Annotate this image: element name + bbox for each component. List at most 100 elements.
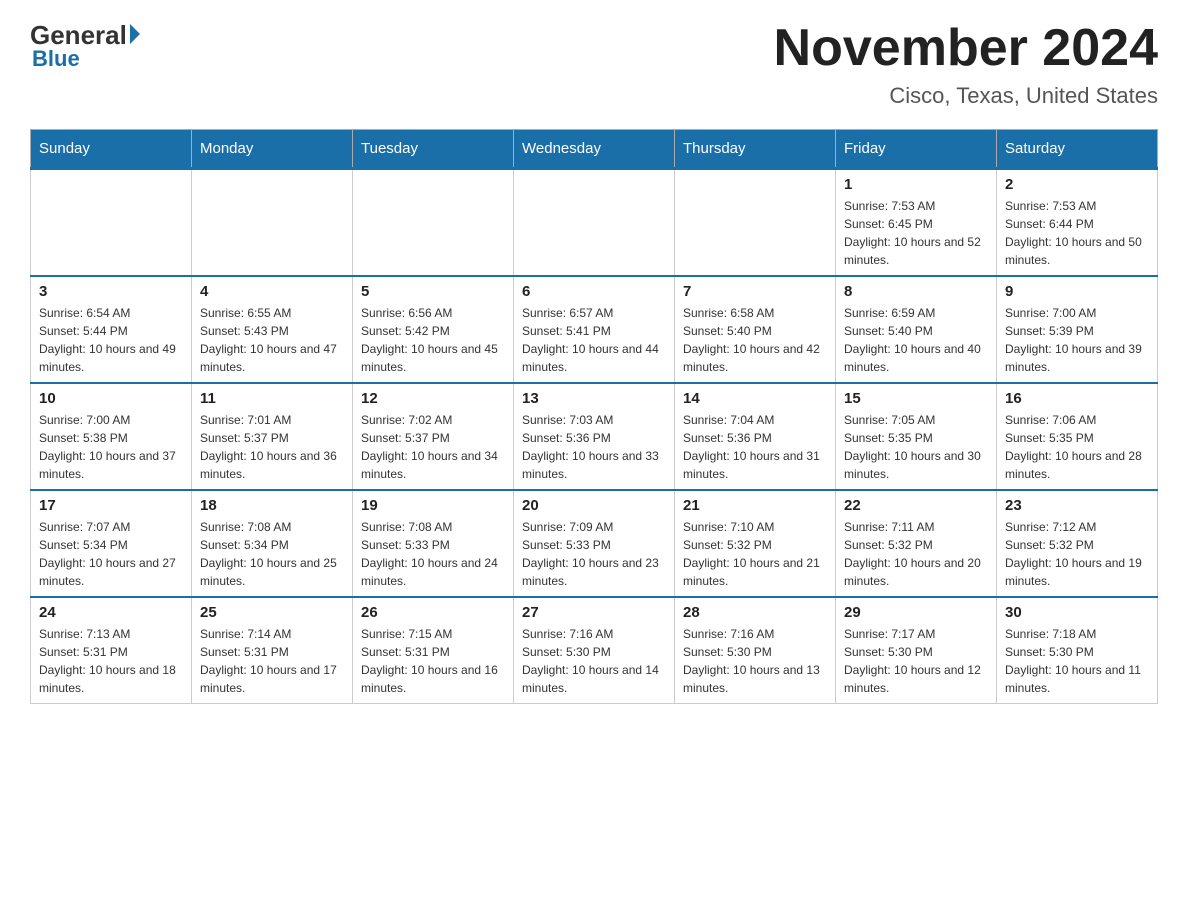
calendar-cell: 15Sunrise: 7:05 AM Sunset: 5:35 PM Dayli…	[836, 383, 997, 490]
day-number: 15	[844, 390, 988, 407]
calendar-cell: 11 Sunrise: 7:01 AM Sunset: 5:37 PM Dayli…	[192, 383, 353, 490]
calendar-cell: 26Sunrise: 7:15 AM Sunset: 5:31 PM Dayli…	[353, 597, 514, 704]
day-sun-info: Sunrise: 7:01 AM Sunset: 5:37 PM Dayligh…	[200, 411, 344, 483]
day-header-wednesday: Wednesday	[514, 130, 675, 169]
calendar-cell: 12 Sunrise: 7:02 AM Sunset: 5:37 PM Dayli…	[353, 383, 514, 490]
day-number: 13	[522, 390, 666, 407]
day-sun-info: Sunrise: 7:13 AM Sunset: 5:31 PM Dayligh…	[39, 625, 183, 697]
day-sun-info: Sunrise: 7:02 AM Sunset: 5:37 PM Dayligh…	[361, 411, 505, 483]
day-number: 22	[844, 497, 988, 514]
calendar-cell: 27 Sunrise: 7:16 AM Sunset: 5:30 PM Dayli…	[514, 597, 675, 704]
day-sun-info: Sunrise: 7:15 AM Sunset: 5:31 PM Dayligh…	[361, 625, 505, 697]
day-sun-info: Sunrise: 6:59 AM Sunset: 5:40 PM Dayligh…	[844, 304, 988, 376]
day-number: 12	[361, 390, 505, 407]
day-number: 24	[39, 604, 183, 621]
day-sun-info: Sunrise: 7:14 AM Sunset: 5:31 PM Dayligh…	[200, 625, 344, 697]
calendar-cell: 21Sunrise: 7:10 AM Sunset: 5:32 PM Dayli…	[675, 490, 836, 597]
day-header-saturday: Saturday	[997, 130, 1158, 169]
day-number: 18	[200, 497, 344, 514]
day-number: 27	[522, 604, 666, 621]
day-sun-info: Sunrise: 6:58 AM Sunset: 5:40 PM Dayligh…	[683, 304, 827, 376]
day-sun-info: Sunrise: 7:07 AM Sunset: 5:34 PM Dayligh…	[39, 518, 183, 590]
day-number: 6	[522, 283, 666, 300]
day-number: 30	[1005, 604, 1149, 621]
logo: General Blue	[30, 20, 140, 72]
logo-blue-label: Blue	[30, 46, 80, 72]
calendar-cell: 30 Sunrise: 7:18 AM Sunset: 5:30 PM Dayli…	[997, 597, 1158, 704]
day-header-monday: Monday	[192, 130, 353, 169]
day-number: 10	[39, 390, 183, 407]
day-sun-info: Sunrise: 7:03 AM Sunset: 5:36 PM Dayligh…	[522, 411, 666, 483]
day-sun-info: Sunrise: 7:08 AM Sunset: 5:34 PM Dayligh…	[200, 518, 344, 590]
calendar-header-row: SundayMondayTuesdayWednesdayThursdayFrid…	[31, 130, 1158, 169]
calendar-table: SundayMondayTuesdayWednesdayThursdayFrid…	[30, 129, 1158, 704]
day-sun-info: Sunrise: 6:54 AM Sunset: 5:44 PM Dayligh…	[39, 304, 183, 376]
calendar-cell: 22 Sunrise: 7:11 AM Sunset: 5:32 PM Dayli…	[836, 490, 997, 597]
calendar-cell	[353, 169, 514, 277]
calendar-cell: 14Sunrise: 7:04 AM Sunset: 5:36 PM Dayli…	[675, 383, 836, 490]
calendar-cell: 29 Sunrise: 7:17 AM Sunset: 5:30 PM Dayli…	[836, 597, 997, 704]
day-sun-info: Sunrise: 7:16 AM Sunset: 5:30 PM Dayligh…	[522, 625, 666, 697]
page-header: General Blue November 2024 Cisco, Texas,…	[30, 20, 1158, 109]
day-number: 5	[361, 283, 505, 300]
day-number: 2	[1005, 176, 1149, 193]
day-sun-info: Sunrise: 7:06 AM Sunset: 5:35 PM Dayligh…	[1005, 411, 1149, 483]
day-number: 9	[1005, 283, 1149, 300]
calendar-week-row: 10 Sunrise: 7:00 AM Sunset: 5:38 PM Dayli…	[31, 383, 1158, 490]
day-number: 20	[522, 497, 666, 514]
calendar-cell: 18 Sunrise: 7:08 AM Sunset: 5:34 PM Dayli…	[192, 490, 353, 597]
calendar-cell: 3 Sunrise: 6:54 AM Sunset: 5:44 PM Daylig…	[31, 276, 192, 383]
location-subtitle: Cisco, Texas, United States	[774, 83, 1158, 109]
calendar-cell: 8 Sunrise: 6:59 AM Sunset: 5:40 PM Daylig…	[836, 276, 997, 383]
day-sun-info: Sunrise: 7:53 AM Sunset: 6:44 PM Dayligh…	[1005, 197, 1149, 269]
calendar-cell	[675, 169, 836, 277]
day-number: 11	[200, 390, 344, 407]
day-number: 25	[200, 604, 344, 621]
day-number: 7	[683, 283, 827, 300]
calendar-cell: 9 Sunrise: 7:00 AM Sunset: 5:39 PM Daylig…	[997, 276, 1158, 383]
calendar-cell: 24 Sunrise: 7:13 AM Sunset: 5:31 PM Dayli…	[31, 597, 192, 704]
calendar-cell: 17 Sunrise: 7:07 AM Sunset: 5:34 PM Dayli…	[31, 490, 192, 597]
calendar-cell: 28Sunrise: 7:16 AM Sunset: 5:30 PM Dayli…	[675, 597, 836, 704]
calendar-week-row: 24 Sunrise: 7:13 AM Sunset: 5:31 PM Dayli…	[31, 597, 1158, 704]
calendar-cell: 10 Sunrise: 7:00 AM Sunset: 5:38 PM Dayli…	[31, 383, 192, 490]
day-number: 29	[844, 604, 988, 621]
calendar-week-row: 1 Sunrise: 7:53 AM Sunset: 6:45 PM Daylig…	[31, 169, 1158, 277]
day-number: 8	[844, 283, 988, 300]
month-year-title: November 2024	[774, 20, 1158, 77]
day-number: 14	[683, 390, 827, 407]
calendar-title-area: November 2024 Cisco, Texas, United State…	[774, 20, 1158, 109]
day-sun-info: Sunrise: 7:17 AM Sunset: 5:30 PM Dayligh…	[844, 625, 988, 697]
day-sun-info: Sunrise: 7:00 AM Sunset: 5:38 PM Dayligh…	[39, 411, 183, 483]
day-sun-info: Sunrise: 7:09 AM Sunset: 5:33 PM Dayligh…	[522, 518, 666, 590]
calendar-cell: 23Sunrise: 7:12 AM Sunset: 5:32 PM Dayli…	[997, 490, 1158, 597]
day-header-tuesday: Tuesday	[353, 130, 514, 169]
calendar-cell: 25 Sunrise: 7:14 AM Sunset: 5:31 PM Dayli…	[192, 597, 353, 704]
day-sun-info: Sunrise: 7:08 AM Sunset: 5:33 PM Dayligh…	[361, 518, 505, 590]
day-number: 19	[361, 497, 505, 514]
calendar-cell: 20 Sunrise: 7:09 AM Sunset: 5:33 PM Dayli…	[514, 490, 675, 597]
day-sun-info: Sunrise: 7:00 AM Sunset: 5:39 PM Dayligh…	[1005, 304, 1149, 376]
day-number: 3	[39, 283, 183, 300]
day-number: 1	[844, 176, 988, 193]
logo-arrow-icon	[130, 24, 140, 44]
day-header-friday: Friday	[836, 130, 997, 169]
calendar-week-row: 3 Sunrise: 6:54 AM Sunset: 5:44 PM Daylig…	[31, 276, 1158, 383]
day-sun-info: Sunrise: 7:11 AM Sunset: 5:32 PM Dayligh…	[844, 518, 988, 590]
calendar-cell: 5 Sunrise: 6:56 AM Sunset: 5:42 PM Daylig…	[353, 276, 514, 383]
day-number: 4	[200, 283, 344, 300]
day-number: 17	[39, 497, 183, 514]
day-sun-info: Sunrise: 7:53 AM Sunset: 6:45 PM Dayligh…	[844, 197, 988, 269]
day-sun-info: Sunrise: 7:10 AM Sunset: 5:32 PM Dayligh…	[683, 518, 827, 590]
day-header-thursday: Thursday	[675, 130, 836, 169]
day-sun-info: Sunrise: 6:56 AM Sunset: 5:42 PM Dayligh…	[361, 304, 505, 376]
calendar-week-row: 17 Sunrise: 7:07 AM Sunset: 5:34 PM Dayli…	[31, 490, 1158, 597]
day-number: 23	[1005, 497, 1149, 514]
day-sun-info: Sunrise: 6:55 AM Sunset: 5:43 PM Dayligh…	[200, 304, 344, 376]
calendar-cell: 4 Sunrise: 6:55 AM Sunset: 5:43 PM Daylig…	[192, 276, 353, 383]
calendar-cell: 13 Sunrise: 7:03 AM Sunset: 5:36 PM Dayli…	[514, 383, 675, 490]
calendar-cell: 16Sunrise: 7:06 AM Sunset: 5:35 PM Dayli…	[997, 383, 1158, 490]
calendar-cell: 19 Sunrise: 7:08 AM Sunset: 5:33 PM Dayli…	[353, 490, 514, 597]
day-sun-info: Sunrise: 7:18 AM Sunset: 5:30 PM Dayligh…	[1005, 625, 1149, 697]
calendar-cell	[192, 169, 353, 277]
